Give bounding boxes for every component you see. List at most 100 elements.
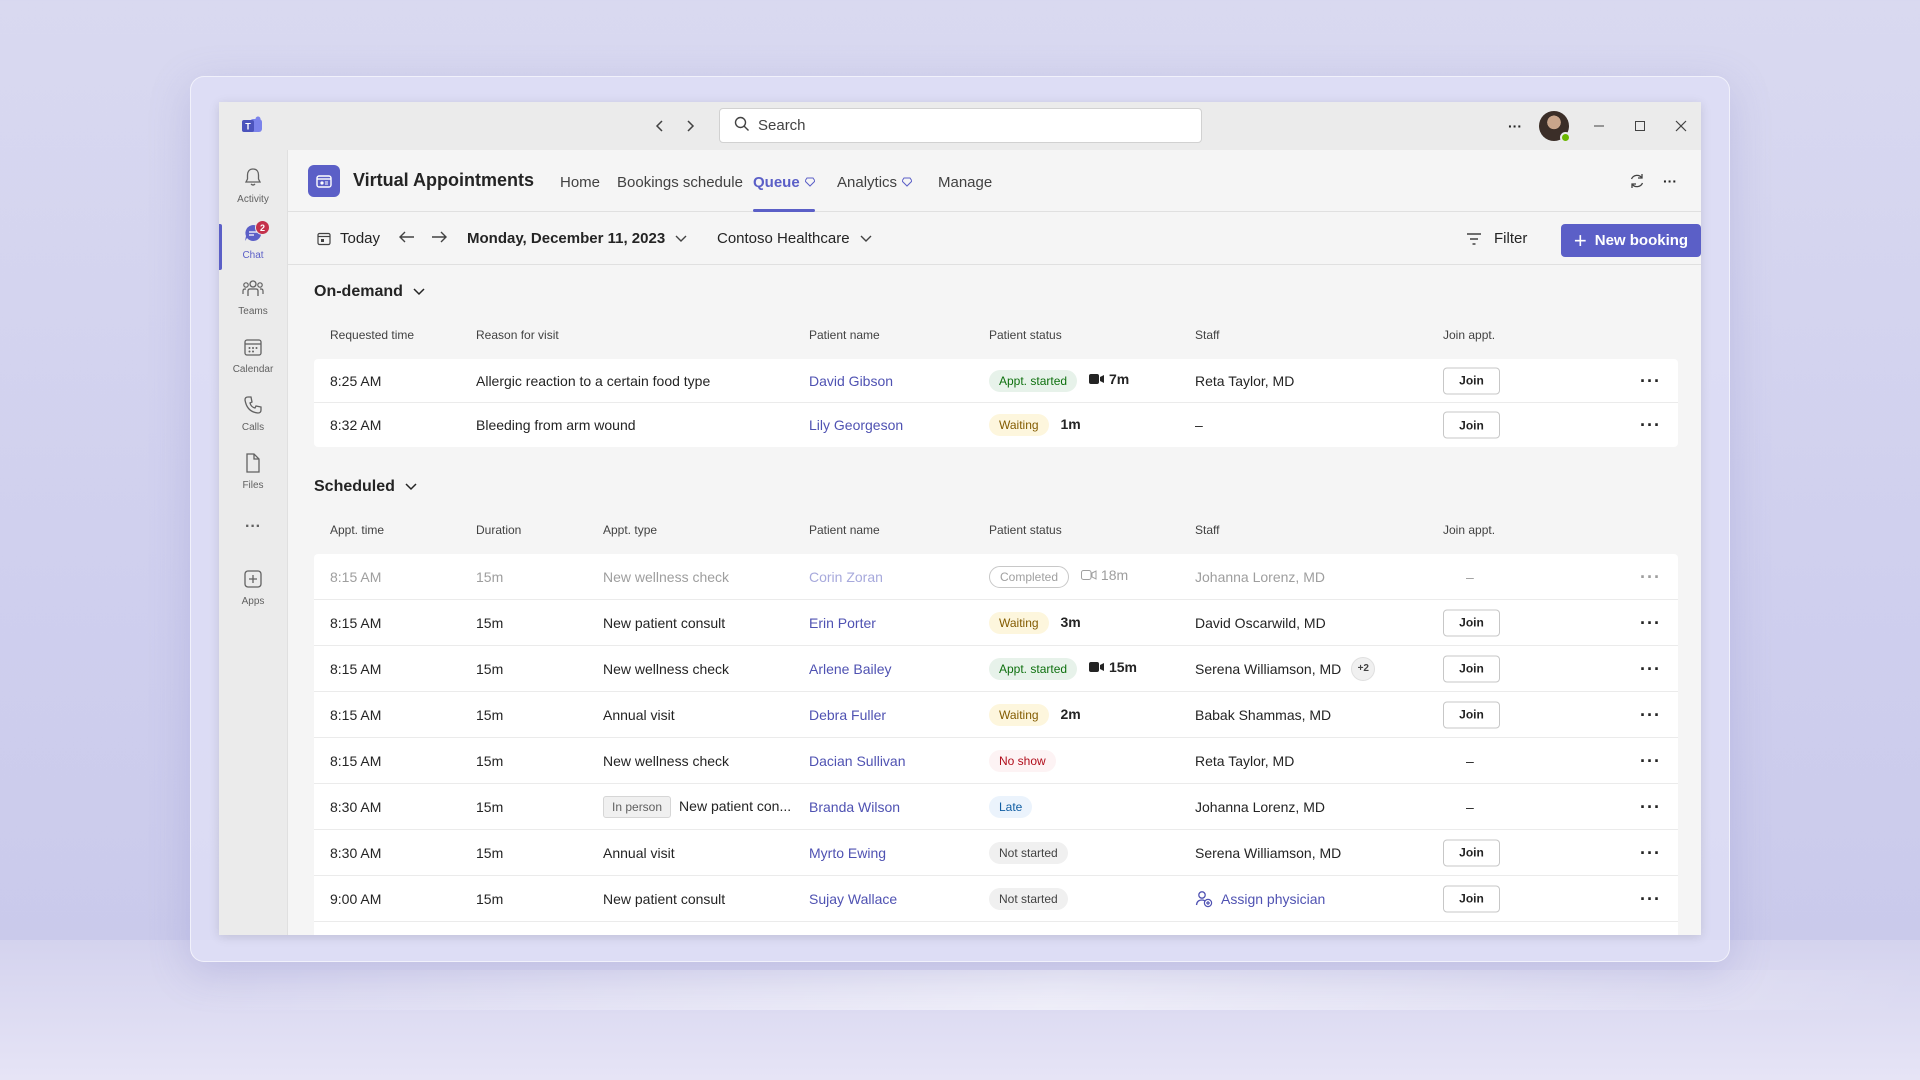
forward-arrow-icon[interactable]: [680, 116, 700, 136]
table-row[interactable]: 9:00 AM 15m New patient consult Sujay Wa…: [314, 876, 1678, 922]
patient-name-link[interactable]: Corin Zoran: [809, 569, 883, 585]
table-row[interactable]: 8:25 AM Allergic reaction to a certain f…: [314, 359, 1678, 403]
table-row[interactable]: 8:15 AM 15m New wellness check Dacian Su…: [314, 738, 1678, 784]
appt-time: 8:30 AM: [330, 844, 382, 861]
org-selector[interactable]: Contoso Healthcare: [717, 230, 872, 247]
row-more-icon[interactable]: ···: [1640, 798, 1661, 816]
rail-label: Activity: [237, 194, 269, 205]
tab-label: Analytics: [837, 174, 898, 191]
table-row[interactable]: 8:30 AM 15m In person New patient con... …: [314, 784, 1678, 830]
row-more-icon[interactable]: ···: [1640, 614, 1661, 632]
bell-icon: [242, 166, 264, 194]
table-row[interactable]: 8:15 AM 15m New patient consult Erin Por…: [314, 600, 1678, 646]
appt-time: 8:15 AM: [330, 568, 382, 585]
section-title: Scheduled: [314, 478, 395, 495]
previous-day-arrow-icon[interactable]: [398, 230, 416, 244]
table-row[interactable]: 8:15 AM 15m New wellness check Corin Zor…: [314, 554, 1678, 600]
rail-label: Calls: [241, 422, 265, 433]
more-options-icon[interactable]: ···: [1505, 116, 1525, 136]
patient-name-link[interactable]: Branda Wilson: [809, 799, 900, 815]
status-badge: No show: [989, 749, 1056, 772]
patient-status: No show: [989, 749, 1056, 772]
today-button[interactable]: Today: [316, 230, 380, 247]
patient-status: Completed 18m: [989, 565, 1128, 588]
patient-name-link[interactable]: Debra Fuller: [809, 707, 886, 723]
section-scheduled-toggle[interactable]: Scheduled: [314, 478, 417, 496]
chevron-down-icon: [395, 483, 417, 491]
join-button[interactable]: Join: [1443, 839, 1500, 866]
rail-item-calendar[interactable]: Calendar: [219, 336, 287, 388]
avatar[interactable]: [1539, 111, 1571, 143]
teams-icon: [241, 278, 265, 306]
next-day-arrow-icon[interactable]: [430, 230, 448, 244]
minimize-icon[interactable]: [1589, 116, 1609, 136]
join-button[interactable]: Join: [1443, 701, 1500, 728]
join-button[interactable]: Join: [1443, 885, 1500, 912]
row-more-icon[interactable]: ···: [1640, 416, 1661, 434]
tab-analytics[interactable]: Analytics: [837, 174, 913, 191]
new-booking-button[interactable]: + New booking: [1561, 224, 1701, 257]
rail-item-apps[interactable]: Apps: [219, 568, 287, 620]
file-icon: [242, 452, 264, 480]
refresh-icon[interactable]: [1626, 170, 1648, 192]
requested-time: 8:32 AM: [330, 417, 382, 433]
search-input[interactable]: Search: [719, 108, 1202, 143]
back-arrow-icon[interactable]: [650, 116, 670, 136]
toolbar: Today Monday, December 11, 2023 Contoso …: [288, 213, 1701, 265]
status-badge: Appt. started: [989, 369, 1078, 392]
duration: 15m: [476, 890, 504, 907]
col-header: Staff: [1195, 328, 1220, 342]
date-selector[interactable]: Monday, December 11, 2023: [467, 230, 687, 247]
patient-name-link[interactable]: Dacian Sullivan: [809, 753, 906, 769]
rail-item-files[interactable]: Files: [219, 452, 287, 504]
maximize-icon[interactable]: [1630, 116, 1650, 136]
join-button[interactable]: Join: [1443, 367, 1500, 394]
join-cell: Join: [1443, 367, 1500, 394]
video-camera-icon: [1088, 373, 1109, 385]
table-row[interactable]: 8:15 AM 15m New wellness check Arlene Ba…: [314, 646, 1678, 692]
patient-name-link[interactable]: Erin Porter: [809, 615, 876, 631]
table-row[interactable]: 8:32 AM Bleeding from arm wound Lily Geo…: [314, 403, 1678, 447]
patient-name-link[interactable]: Arlene Bailey: [809, 661, 892, 677]
main-content: Virtual Appointments Home Bookings sched…: [287, 150, 1701, 935]
patient-name-link[interactable]: Sujay Wallace: [809, 891, 897, 907]
row-more-icon[interactable]: ···: [1640, 752, 1661, 770]
rail-item-chat[interactable]: 2 Chat: [219, 220, 287, 274]
table-row[interactable]: 8:15 AM 15m Annual visit Debra Fuller Wa…: [314, 692, 1678, 738]
patient-name-link[interactable]: David Gibson: [809, 373, 893, 389]
table-row[interactable]: 8:30 AM 15m Annual visit Myrto Ewing Not…: [314, 830, 1678, 876]
staff-name: –: [1195, 417, 1203, 433]
status-badge: Appt. started: [989, 657, 1078, 680]
join-button[interactable]: Join: [1443, 609, 1500, 636]
rail-label: Chat: [242, 250, 264, 261]
app-more-icon[interactable]: ···: [1659, 170, 1681, 192]
row-more-icon[interactable]: ···: [1640, 706, 1661, 724]
rail-item-activity[interactable]: Activity: [219, 166, 287, 218]
row-more-icon[interactable]: ···: [1640, 568, 1661, 586]
row-more-icon[interactable]: ···: [1640, 844, 1661, 862]
tab-home[interactable]: Home: [560, 174, 600, 191]
join-button[interactable]: Join: [1443, 655, 1500, 682]
tab-queue[interactable]: Queue: [753, 174, 816, 191]
rail-more-icon[interactable]: ···: [219, 518, 287, 570]
patient-status: Not started: [989, 841, 1068, 864]
assign-physician-link[interactable]: Assign physician: [1195, 890, 1325, 908]
tab-manage[interactable]: Manage: [938, 174, 992, 191]
row-more-icon[interactable]: ···: [1640, 890, 1661, 908]
premium-diamond-icon: [804, 174, 816, 191]
search-icon: [734, 116, 758, 136]
close-icon[interactable]: [1671, 116, 1691, 136]
join-button[interactable]: Join: [1443, 411, 1500, 439]
patient-name-link[interactable]: Lily Georgeson: [809, 417, 903, 433]
section-ondemand-toggle[interactable]: On-demand: [314, 283, 425, 301]
patient-name-link[interactable]: Myrto Ewing: [809, 845, 886, 861]
col-header: Patient status: [989, 328, 1062, 342]
filter-button[interactable]: Filter: [1466, 230, 1527, 247]
rail-item-calls[interactable]: Calls: [219, 394, 287, 446]
row-more-icon[interactable]: ···: [1640, 372, 1661, 390]
additional-staff-badge[interactable]: +2: [1351, 656, 1376, 681]
join-cell: Join: [1443, 609, 1500, 636]
tab-bookings-schedule[interactable]: Bookings schedule: [617, 174, 743, 191]
row-more-icon[interactable]: ···: [1640, 660, 1661, 678]
rail-item-teams[interactable]: Teams: [219, 278, 287, 330]
